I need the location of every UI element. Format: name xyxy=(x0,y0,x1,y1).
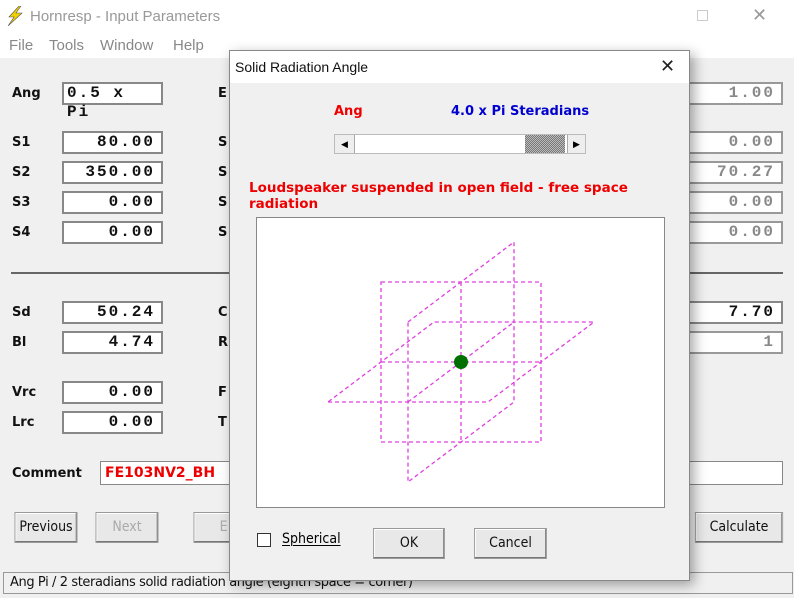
spherical-checkbox[interactable] xyxy=(257,533,271,547)
spherical-label[interactable]: Spherical xyxy=(282,531,341,547)
field-label: Bl xyxy=(12,335,27,350)
field-input-s4[interactable]: 0.00 xyxy=(62,221,163,244)
field-input-s1[interactable]: 80.00 xyxy=(62,131,163,154)
field-label: S xyxy=(218,195,228,210)
menu-window[interactable]: Window xyxy=(100,37,153,54)
ok-button[interactable]: OK xyxy=(373,528,445,559)
scroll-right-icon[interactable]: ▶ xyxy=(567,135,585,153)
dialog-close-button[interactable]: ✕ xyxy=(660,56,675,77)
source-point xyxy=(454,355,468,369)
field-label: F xyxy=(218,385,227,400)
menu-tools[interactable]: Tools xyxy=(49,37,84,54)
slider-thumb[interactable] xyxy=(525,135,565,153)
field-input-s3[interactable]: 0.00 xyxy=(62,191,163,214)
next-button[interactable]: Next xyxy=(95,512,159,543)
field-label: Vrc xyxy=(12,385,37,400)
ang-label: Ang xyxy=(334,104,363,119)
field-input-bl[interactable]: 4.74 xyxy=(62,331,163,354)
field-label: S3 xyxy=(12,195,31,210)
field-label: S2 xyxy=(12,165,31,180)
cancel-button[interactable]: Cancel xyxy=(474,528,547,559)
maximize-button[interactable] xyxy=(697,10,708,21)
menu-help[interactable]: Help xyxy=(173,37,204,54)
field-input-sd[interactable]: 50.24 xyxy=(62,301,163,324)
radiation-diagram xyxy=(256,217,665,508)
lightning-icon xyxy=(7,6,23,26)
field-input-vrc[interactable]: 0.00 xyxy=(62,381,163,404)
field-label: S4 xyxy=(12,225,31,240)
field-input-s2[interactable]: 350.00 xyxy=(62,161,163,184)
field-label: C xyxy=(218,305,228,320)
comment-label: Comment xyxy=(12,466,82,481)
ang-value: 4.0 x Pi Steradians xyxy=(451,104,590,119)
dialog-title: Solid Radiation Angle xyxy=(235,59,369,75)
radiation-description: Loudspeaker suspended in open field - fr… xyxy=(249,180,628,212)
field-input-lrc[interactable]: 0.00 xyxy=(62,411,163,434)
field-label: S xyxy=(218,165,228,180)
field-label: S1 xyxy=(12,135,31,150)
solid-radiation-angle-dialog: Solid Radiation Angle ✕ Ang 4.0 x Pi Ste… xyxy=(229,50,690,581)
title-bar: Hornresp - Input Parameters ✕ xyxy=(0,0,794,32)
menu-file[interactable]: File xyxy=(9,37,33,54)
field-label: R xyxy=(218,335,229,350)
field-input-ang[interactable]: 0.5 x Pi xyxy=(62,82,163,121)
field-label: T xyxy=(218,415,227,430)
field-label: S xyxy=(218,135,228,150)
scroll-left-icon[interactable]: ◀ xyxy=(335,135,355,153)
previous-button[interactable]: Previous xyxy=(14,512,78,543)
field-label: Sd xyxy=(12,305,31,320)
field-label: E xyxy=(218,86,227,101)
angle-slider[interactable]: ◀ ▶ xyxy=(334,134,586,154)
window-title: Hornresp - Input Parameters xyxy=(30,8,221,25)
field-label: Lrc xyxy=(12,415,35,430)
field-label: S xyxy=(218,225,228,240)
calculate-button[interactable]: Calculate xyxy=(694,512,784,543)
field-label: Ang xyxy=(12,86,41,101)
dialog-title-bar: Solid Radiation Angle ✕ xyxy=(230,51,689,83)
close-button[interactable]: ✕ xyxy=(752,5,767,26)
